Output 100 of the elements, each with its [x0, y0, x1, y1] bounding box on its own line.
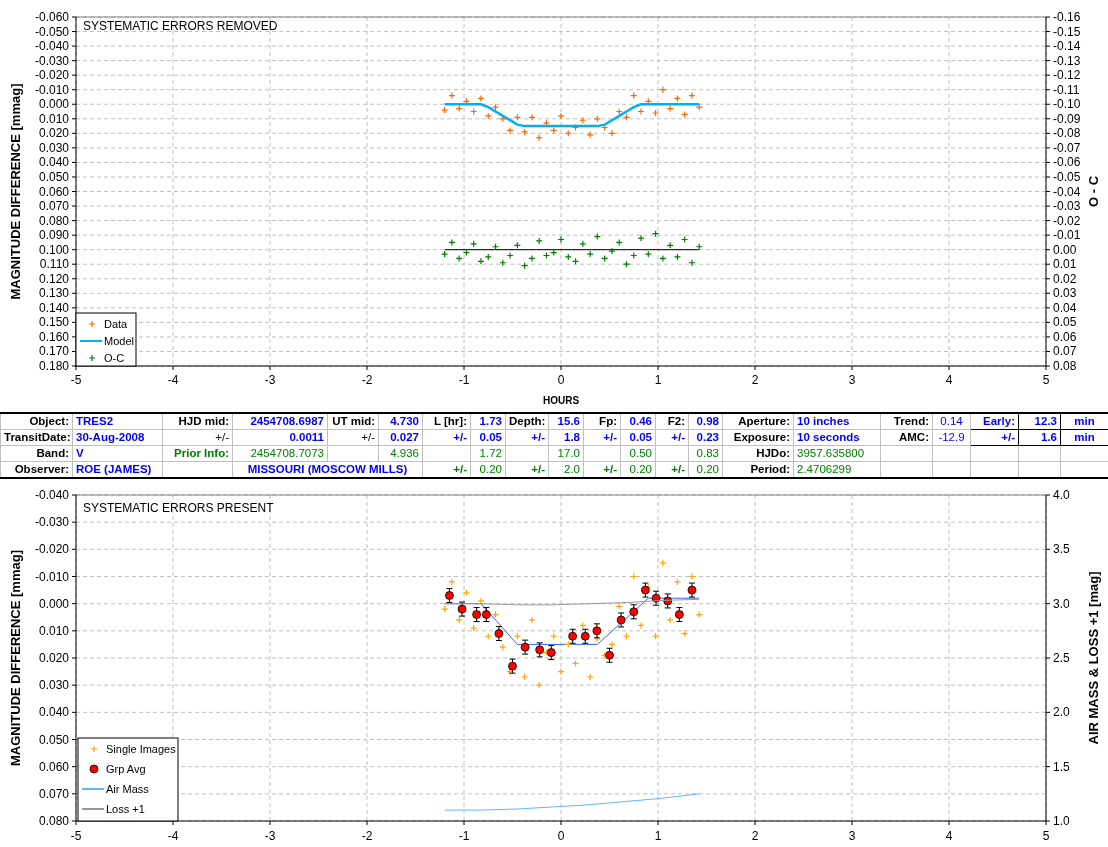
tick-label: -0.11 [1053, 82, 1080, 97]
tick-label: -0.01 [1053, 228, 1081, 243]
chart-title: SYSTEMATIC ERRORS PRESENT [83, 501, 274, 515]
average-point [520, 639, 530, 655]
data-point [681, 629, 689, 638]
tick-label: -0.030 [34, 515, 69, 530]
tick-label: 0.170 [38, 344, 69, 359]
data-point [651, 632, 660, 640]
tick-label: 0.02 [1053, 271, 1077, 286]
point [546, 648, 556, 657]
data-point [513, 241, 521, 249]
data-point [521, 673, 529, 681]
data-point [681, 235, 689, 244]
tick-label: 3.0 [1053, 596, 1070, 611]
table-cell: TransitDate: [0, 429, 73, 446]
table-cell: 0.46 [620, 413, 656, 430]
average-point [457, 601, 467, 617]
tick-label: 0.00 [1053, 242, 1077, 257]
data-point [550, 632, 558, 640]
table-cell: L [hr]: [422, 413, 471, 430]
average-point [445, 588, 454, 603]
average-point [546, 645, 556, 661]
table-cell: 1.73 [470, 413, 506, 430]
table-cell: Aperture: [722, 413, 794, 430]
tick-label: -0.09 [1053, 111, 1081, 126]
tick-label: 1 [654, 829, 662, 843]
data-point [477, 94, 485, 103]
data-point [528, 113, 536, 121]
data-point [586, 673, 594, 681]
data-point [441, 605, 449, 613]
data-point [688, 572, 696, 581]
data-point [673, 94, 681, 103]
table-cell: 4.730 [378, 413, 423, 430]
data-point [470, 624, 478, 632]
tick-label: 1 [654, 373, 662, 387]
tick-label: 0.060 [38, 184, 69, 199]
tick-label: 0.100 [38, 242, 69, 257]
tick-label: 2 [751, 829, 759, 843]
table-cell: +/- [505, 429, 549, 446]
data-point [557, 668, 565, 676]
tick-label: 0.070 [38, 786, 69, 801]
tick-label: 0.150 [38, 315, 69, 330]
tick-label: 5 [1042, 373, 1050, 387]
table-cell: 15.6 [548, 413, 584, 430]
tick-label: 0 [557, 829, 565, 843]
table-cell: +/- [655, 429, 689, 446]
average-point [674, 607, 684, 623]
tick-label: -2 [361, 373, 373, 387]
table-cell: +/- [583, 429, 621, 446]
tick-label: -3 [264, 829, 276, 843]
data-point [666, 105, 674, 113]
average-point [641, 582, 650, 598]
average-point [535, 642, 545, 658]
tick-label: 2 [751, 373, 759, 387]
point [494, 629, 504, 638]
tick-label: 3.5 [1053, 542, 1070, 557]
table-cell: 12.3 [1018, 413, 1061, 430]
tick-label: -0.08 [1053, 126, 1081, 141]
average-point [508, 658, 517, 674]
tick-label: 0.040 [38, 705, 69, 720]
tick-label: 0.140 [38, 300, 69, 315]
data-point [579, 621, 587, 629]
data-point [695, 243, 703, 251]
table-cell: 0.05 [470, 429, 506, 446]
data-point [659, 86, 667, 94]
table-cell: HJD mid: [162, 413, 233, 430]
data-point [579, 240, 587, 248]
table-cell: F2: [655, 413, 689, 430]
data-point [622, 632, 631, 640]
tick-label: 0.060 [38, 759, 69, 774]
tick-label: 3 [848, 373, 856, 387]
table-cell: AMC: [880, 429, 933, 446]
tick-label: -4 [167, 373, 179, 387]
data-point [470, 107, 478, 116]
tick-label: -1 [458, 373, 470, 387]
legend-label: O-C [104, 352, 125, 364]
data-point [448, 578, 456, 586]
data-point [659, 559, 667, 567]
tick-label: -0.040 [34, 488, 69, 502]
tick-label: 0.030 [38, 678, 69, 693]
data-point [564, 640, 572, 648]
data-point [571, 659, 580, 668]
data-point [506, 126, 514, 134]
tick-label: -0.020 [34, 68, 69, 83]
tick-label: 0.08 [1053, 359, 1077, 373]
tick-label: 0.020 [38, 651, 69, 665]
table-cell: Band: [0, 445, 73, 462]
tick-label: 3 [848, 829, 856, 843]
legend-label: Loss +1 [106, 803, 145, 815]
table-cell: +/- [422, 429, 471, 446]
table-cell: Observer: [0, 461, 73, 478]
average-point [663, 593, 673, 609]
table-cell: +/- [970, 429, 1019, 446]
tick-label: -0.04 [1053, 184, 1081, 199]
legend-label: Single Images [106, 743, 176, 755]
tick-label: 1.5 [1053, 759, 1070, 774]
tick-label: 0.05 [1053, 315, 1077, 330]
data-point [673, 253, 681, 261]
axis-title: O - C [1086, 175, 1101, 208]
tick-label: 0.160 [38, 329, 69, 344]
